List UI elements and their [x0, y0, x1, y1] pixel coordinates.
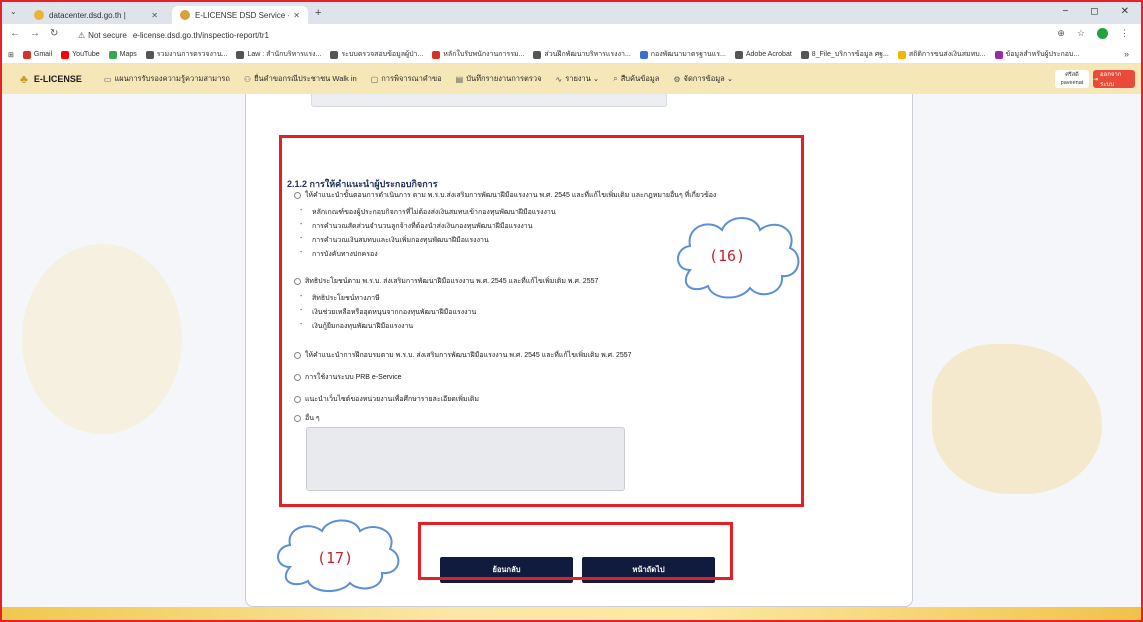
bookmark-icon	[533, 50, 542, 59]
bookmark-item[interactable]: Maps	[108, 50, 137, 59]
dsd-logo-icon: ♣	[20, 72, 28, 86]
search-icon: ⌕	[613, 74, 618, 83]
tab-search-icon[interactable]: ⌄	[10, 7, 17, 16]
back-arrow-icon[interactable]: ←	[10, 28, 20, 39]
address-bar-row: ← → ↻ ⚠ Not secure e-license.dsd.go.th/i…	[2, 24, 1141, 46]
browser-tab-datacenter[interactable]: datacenter.dsd.go.th | ✕	[26, 6, 166, 24]
map-icon: ▭	[103, 74, 112, 84]
brand[interactable]: ♣ E-LICENSE	[20, 72, 82, 86]
warning-icon: ⚠	[78, 30, 86, 40]
nav-item-walk-in[interactable]: ⚇ ยื่นคำขอกรณีประชาชน Walk in	[244, 73, 357, 85]
new-tab-button[interactable]: +	[315, 7, 321, 19]
background-decoration	[22, 244, 182, 434]
footer-band	[2, 607, 1141, 620]
tab-title: datacenter.dsd.go.th |	[49, 10, 126, 20]
profile-avatar[interactable]	[1097, 28, 1108, 39]
bookmark-icon	[734, 50, 743, 59]
gear-icon: ⚙	[673, 74, 681, 84]
bookmark-item[interactable]: หลักใบรับพนักงานการรม...	[432, 49, 524, 60]
browser-tab-bar: ⌄ datacenter.dsd.go.th | ✕ E-LICENSE DSD…	[2, 2, 1141, 24]
user-badge[interactable]: ศรีสดี paveenat	[1055, 70, 1089, 88]
bookmark-item[interactable]: Law : สำนักบริหารแรง...	[236, 49, 321, 60]
screenshot-frame: ⌄ datacenter.dsd.go.th | ✕ E-LICENSE DSD…	[0, 0, 1143, 622]
site-favicon-icon	[34, 10, 44, 20]
bookmark-icon	[800, 50, 809, 59]
nav-item-data-management[interactable]: ⚙ จัดการข้อมูล ⌄	[673, 73, 733, 85]
nav-item-reports[interactable]: ∿ รายงาน ⌄	[556, 73, 600, 85]
url-text[interactable]: e-license.dsd.go.th/inspectio-report/tr1	[133, 31, 269, 40]
page-content: 2.1.2 การให้คำแนะนำผู้ประกอบกิจการ ให้คำ…	[2, 94, 1141, 620]
bookmark-item[interactable]: Gmail	[22, 50, 52, 59]
bookmark-item[interactable]: ส่วนฝึกพัฒนาบริหารแรงงา...	[533, 49, 631, 60]
clipboard-icon: ▢	[370, 74, 379, 84]
bookmark-icon	[108, 50, 117, 59]
bookmarks-overflow-icon[interactable]: »	[1123, 49, 1129, 59]
bookmark-item[interactable]: ข้อมูลสำหรับผู้ประกอบ...	[994, 49, 1079, 60]
brand-name: E-LICENSE	[33, 74, 82, 84]
bookmark-item[interactable]: สถิติการขนส่งเงินสมทบ...	[897, 49, 986, 60]
bookmark-icon	[639, 50, 648, 59]
main-nav: ▭ แผนการรับรองความรู้ความสามารถ ⚇ ยื่นคำขอ…	[104, 73, 733, 85]
close-icon[interactable]: ✕	[151, 11, 158, 20]
maximize-icon[interactable]: ◻	[1090, 6, 1098, 17]
highlight-box-17	[418, 522, 733, 580]
previous-text-field[interactable]	[311, 94, 667, 107]
bookmark-icon	[145, 50, 154, 59]
nav-item-search[interactable]: ⌕ สืบค้นข้อมูล	[613, 73, 659, 85]
close-window-icon[interactable]: ✕	[1121, 6, 1129, 17]
bookmark-icon	[330, 50, 339, 59]
person-add-icon: ⚇	[243, 74, 252, 84]
bookmarks-bar: ⊞ Gmail YouTube Maps รวมงานการตรวจงาน...…	[2, 46, 1141, 64]
logout-icon: ⇥	[1093, 76, 1099, 83]
document-icon: ▤	[455, 74, 464, 84]
nav-item-certification-plan[interactable]: ▭ แผนการรับรองความรู้ความสามารถ	[104, 73, 230, 85]
bookmark-icon	[236, 50, 245, 59]
background-decoration	[932, 344, 1102, 494]
tab-title: E-LICENSE DSD Service - ระบบใบ	[195, 10, 289, 20]
logout-label: ออกจากระบบ	[1100, 72, 1122, 88]
bookmark-icon	[22, 50, 31, 59]
user-login: paveenat	[1060, 80, 1084, 86]
window-controls: − ◻ ✕	[1062, 6, 1129, 17]
address-bar-actions: ⊕ ☆ ⋮	[1057, 28, 1129, 39]
user-name: ศรีสดี	[1065, 72, 1079, 78]
bookmark-icon	[61, 50, 70, 59]
bookmark-item[interactable]: ระบบตรวจสอบข้อมูลผู้ป่า...	[330, 49, 423, 60]
bookmark-icon	[897, 50, 906, 59]
callout-label-17: (17)	[317, 549, 354, 567]
reload-icon[interactable]: ↻	[50, 28, 58, 39]
address-bar[interactable]: ⚠ Not secure e-license.dsd.go.th/inspect…	[78, 27, 1088, 43]
bookmark-icon	[994, 50, 1003, 59]
close-icon[interactable]: ✕	[293, 11, 300, 20]
bookmark-star-icon[interactable]: ☆	[1077, 28, 1085, 39]
bookmark-item[interactable]: Adobe Acrobat	[734, 50, 792, 59]
logout-button[interactable]: ⇥ ออกจากระบบ	[1093, 70, 1135, 88]
nav-item-inspection-report[interactable]: ▤ บันทึกรายงานการตรวจ	[456, 73, 542, 85]
bookmark-item[interactable]: รวมงานการตรวจงาน...	[145, 49, 227, 60]
bookmark-item[interactable]: YouTube	[61, 50, 100, 59]
bookmark-icon	[432, 50, 441, 59]
bookmark-item[interactable]: 8_File_บริการข้อมูล ศฐ...	[800, 49, 889, 60]
bookmark-item[interactable]: กองพัฒนามาตรฐานแร...	[639, 49, 726, 60]
site-favicon-icon	[180, 10, 190, 20]
browser-tab-elicense[interactable]: E-LICENSE DSD Service - ระบบใบ ✕	[172, 6, 308, 24]
apps-grid-icon[interactable]: ⊞	[8, 51, 14, 59]
highlight-box-16	[279, 135, 804, 507]
minimize-icon[interactable]: −	[1062, 6, 1068, 17]
nav-item-review-request[interactable]: ▢ การพิจารณาคำขอ	[371, 73, 442, 85]
callout-label-16: (16)	[709, 247, 746, 265]
chart-line-icon: ∿	[555, 74, 563, 84]
app-navbar: ♣ E-LICENSE ▭ แผนการรับรองความรู้ความสามา…	[2, 64, 1141, 94]
zoom-icon[interactable]: ⊕	[1057, 28, 1065, 39]
security-label: Not secure	[88, 30, 127, 40]
browser-menu-icon[interactable]: ⋮	[1120, 28, 1129, 39]
forward-arrow-icon[interactable]: →	[30, 28, 40, 39]
